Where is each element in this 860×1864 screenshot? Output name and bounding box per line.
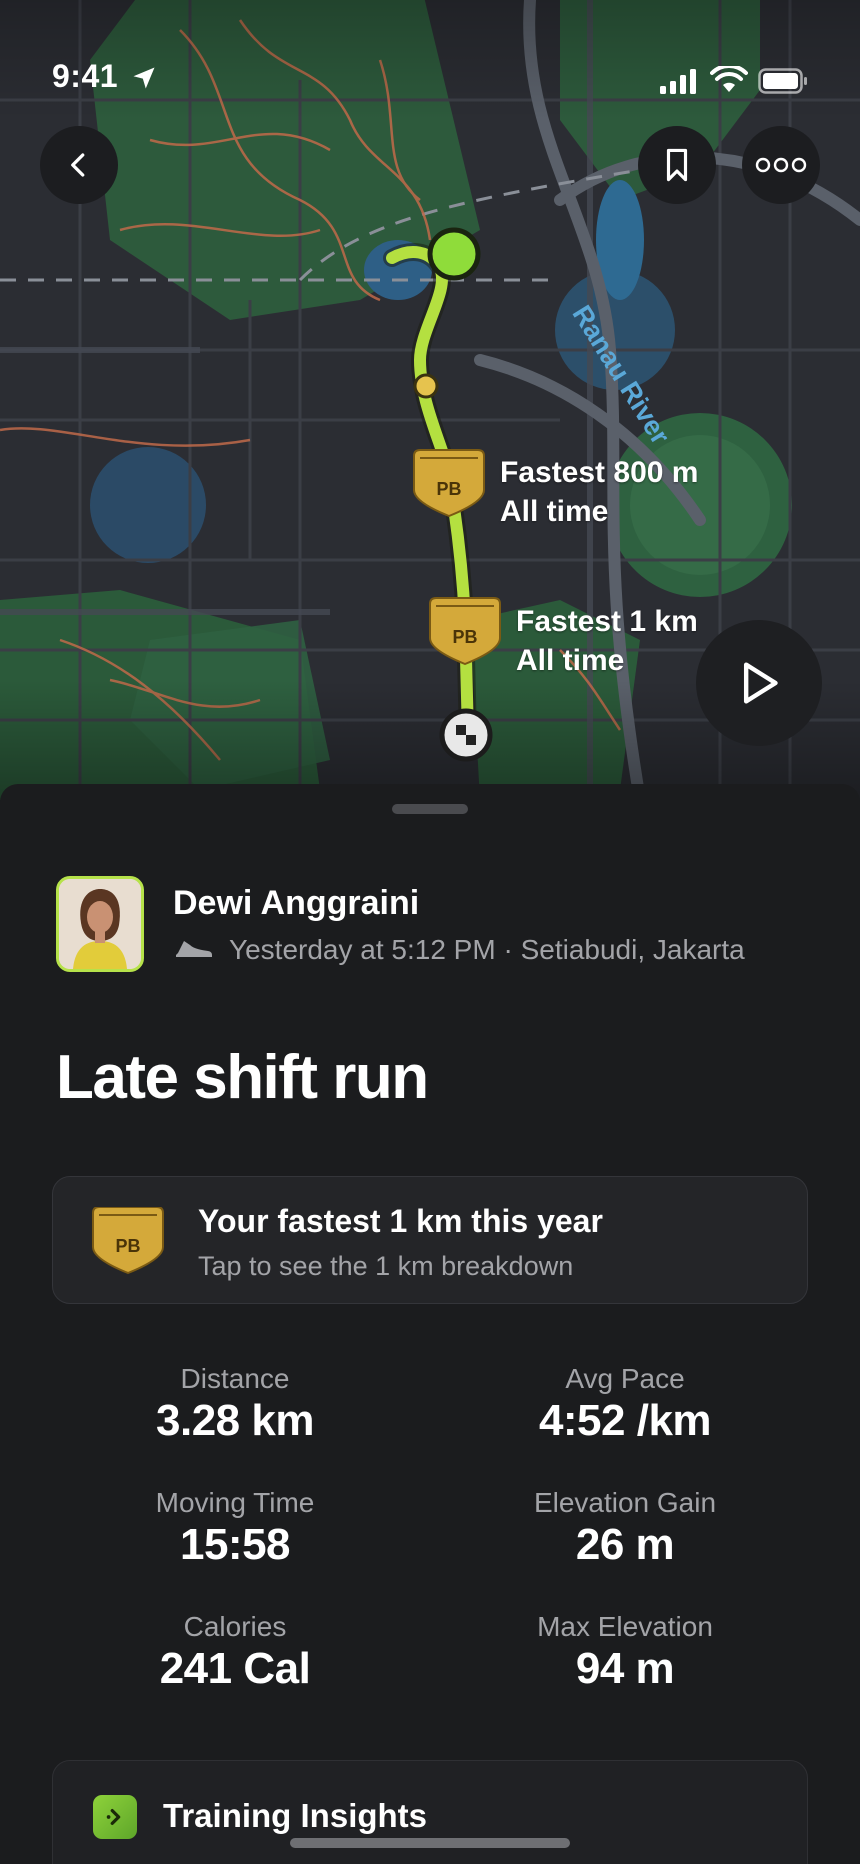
pb-title: Fastest 1 km <box>516 605 698 638</box>
stat-value: 26 m <box>575 1520 675 1569</box>
stat-max-elevation: Max Elevation 94 m <box>435 1610 815 1694</box>
athlete-name[interactable]: Dewi Anggraini <box>173 884 419 923</box>
pb-badge-text: PB <box>436 479 461 499</box>
activity-sheet: Dewi Anggraini Yesterday at 5:12 PM · Se… <box>0 784 860 1864</box>
finish-marker <box>439 708 493 762</box>
insights-arrow-icon <box>93 1795 137 1839</box>
pb-label[interactable]: Fastest 1 km All time <box>516 602 698 680</box>
start-marker <box>427 227 481 281</box>
activity-title: Late shift run <box>56 1043 429 1112</box>
athlete-photo <box>59 879 141 969</box>
pb-card-subtitle: Tap to see the 1 km breakdown <box>198 1251 574 1281</box>
pb-badge-icon: PB <box>92 1207 164 1275</box>
chevron-left-icon <box>71 153 85 177</box>
cellular-signal-icon <box>660 69 696 94</box>
pb-title: Fastest 800 m <box>500 456 699 489</box>
more-button[interactable] <box>742 126 820 204</box>
stat-elevation-gain: Elevation Gain 26 m <box>435 1486 815 1570</box>
stat-value: 3.28 km <box>156 1396 314 1445</box>
stat-distance: Distance 3.28 km <box>45 1362 425 1446</box>
battery-icon <box>758 68 807 94</box>
stat-avg-pace: Avg Pace 4:52 /km <box>435 1362 815 1446</box>
activity-meta: Yesterday at 5:12 PM · Setiabudi, Jakart… <box>229 934 745 965</box>
stat-value: 94 m <box>575 1644 675 1693</box>
training-insights-card[interactable]: Training Insights <box>52 1760 808 1864</box>
pb-card-badge-text: PB <box>115 1236 140 1256</box>
stat-moving-time: Moving Time 15:58 <box>45 1486 425 1570</box>
pb-card-title: Your fastest 1 km this year <box>198 1203 603 1239</box>
status-time: 9:41 <box>52 58 119 94</box>
home-indicator[interactable] <box>290 1838 570 1848</box>
stat-label: Avg Pace <box>565 1363 685 1394</box>
stat-value: 15:58 <box>179 1520 291 1569</box>
insights-title: Training Insights <box>163 1797 428 1834</box>
stat-label: Distance <box>180 1363 290 1394</box>
stat-label: Elevation Gain <box>533 1487 717 1518</box>
pb-subtitle: All time <box>516 644 625 677</box>
bookmark-icon <box>666 148 688 182</box>
stat-label: Moving Time <box>155 1487 315 1518</box>
back-button[interactable] <box>40 126 118 204</box>
more-horizontal-icon <box>755 157 807 173</box>
bookmark-button[interactable] <box>638 126 716 204</box>
pb-badge-text: PB <box>452 627 477 647</box>
stat-value: 4:52 /km <box>538 1396 712 1445</box>
stat-value: 241 Cal <box>159 1644 311 1693</box>
stat-label: Max Elevation <box>537 1611 713 1642</box>
stat-calories: Calories 241 Cal <box>45 1610 425 1694</box>
play-icon <box>743 662 778 704</box>
status-bar: 9:41 <box>0 0 860 120</box>
wifi-icon <box>710 66 748 92</box>
sheet-grabber[interactable] <box>392 804 468 814</box>
pb-highlight-card[interactable]: PB Your fastest 1 km this year Tap to se… <box>52 1176 808 1304</box>
pb-subtitle: All time <box>500 495 609 528</box>
km-split-marker <box>413 373 439 399</box>
route-map[interactable]: PB PB Ranau River Fastest 800 m All time… <box>0 0 860 800</box>
location-arrow-icon <box>133 67 155 89</box>
stat-label: Calories <box>183 1611 287 1642</box>
avatar[interactable] <box>56 876 144 972</box>
running-shoe-icon <box>176 941 212 957</box>
pb-label[interactable]: Fastest 800 m All time <box>500 453 698 531</box>
play-flyover-button[interactable] <box>696 620 822 746</box>
